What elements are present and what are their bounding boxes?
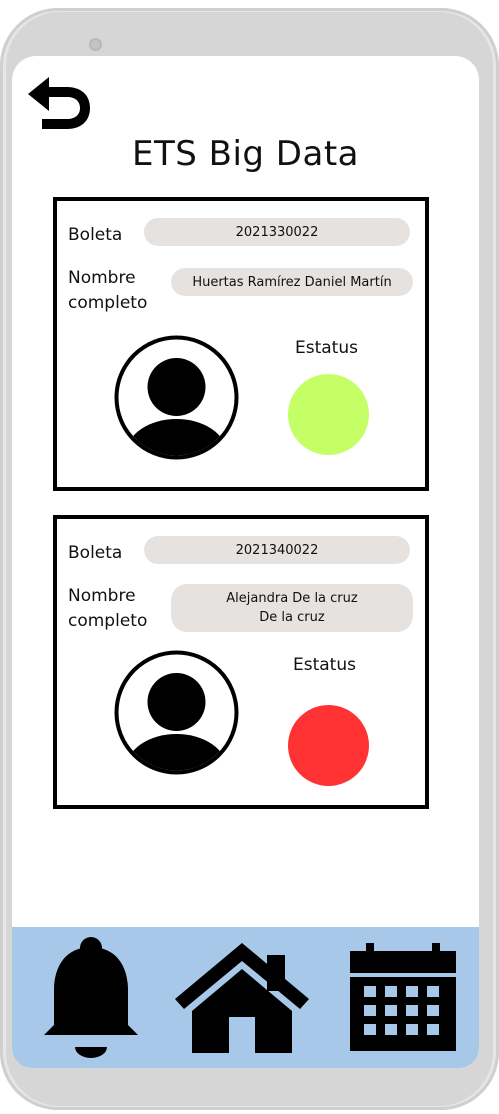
nombre-label-line2: completo — [68, 611, 148, 631]
notifications-button[interactable] — [42, 935, 140, 1059]
estatus-label: Estatus — [293, 655, 356, 675]
status-indicator — [288, 705, 369, 786]
calendar-button[interactable] — [348, 943, 458, 1051]
back-button[interactable] — [25, 74, 93, 130]
back-arrow-icon — [28, 77, 90, 129]
nombre-label-line1: Nombre — [68, 586, 136, 606]
student-card: Boleta 2021340022 Nombre completo Alejan… — [53, 515, 429, 809]
boleta-value: 2021340022 — [235, 542, 319, 558]
nombre-value: Huertas Ramírez Daniel Martín — [192, 274, 392, 290]
estatus-label: Estatus — [295, 338, 358, 358]
bottom-nav — [12, 927, 479, 1068]
nombre-value-line2: De la cruz — [259, 610, 325, 625]
nombre-label-line1: Nombre — [68, 268, 136, 288]
boleta-label: Boleta — [68, 225, 123, 245]
bell-icon — [44, 937, 138, 1058]
nombre-label: Nombre completo — [68, 266, 168, 316]
student-card: Boleta 2021330022 Nombre completo Huerta… — [53, 197, 429, 491]
nombre-field: Alejandra De la cruz De la cruz — [171, 584, 413, 632]
boleta-field: 2021340022 — [144, 536, 410, 564]
nombre-label: Nombre completo — [68, 584, 168, 634]
boleta-label: Boleta — [68, 543, 123, 563]
page-title: ETS Big Data — [132, 134, 359, 174]
home-icon — [175, 943, 309, 1053]
nombre-label-line2: completo — [68, 293, 148, 313]
calendar-icon — [350, 943, 456, 1051]
user-avatar-icon — [114, 335, 239, 460]
nombre-value-line1: Alejandra De la cruz — [226, 591, 358, 606]
user-avatar-icon — [114, 650, 239, 775]
app-screen: ETS Big Data Boleta 2021330022 Nombre co… — [12, 56, 479, 1068]
nombre-field: Huertas Ramírez Daniel Martín — [171, 268, 413, 296]
status-indicator — [288, 374, 369, 455]
boleta-field: 2021330022 — [144, 218, 410, 246]
home-button[interactable] — [175, 941, 309, 1053]
boleta-value: 2021330022 — [235, 224, 319, 240]
camera-icon — [89, 38, 102, 51]
